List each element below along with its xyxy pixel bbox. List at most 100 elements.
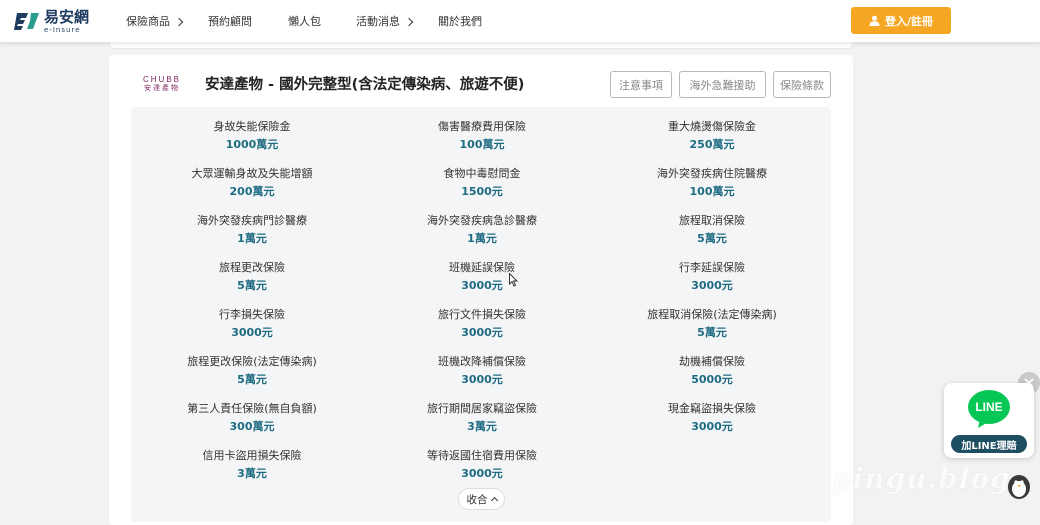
coverage-name: 現金竊盜損失保險 xyxy=(668,402,756,415)
coverage-name: 行李延誤保險 xyxy=(679,261,745,274)
coverage-amount: 3000元 xyxy=(461,373,503,386)
coverage-item: 旅行文件損失保險 3000元 xyxy=(382,308,582,340)
coverage-amount: 200萬元 xyxy=(229,185,275,198)
coverage-item: 劫機補償保險 5000元 xyxy=(612,355,812,387)
coverage-item: 班機改降補償保險 3000元 xyxy=(382,355,582,387)
penguin-mascot-icon xyxy=(1008,475,1030,499)
nav-guides[interactable]: 懶人包 xyxy=(288,13,321,29)
logo-chinese-name: 易安網 xyxy=(44,7,90,26)
line-widget[interactable]: LINE 加LINE理賠 xyxy=(944,383,1034,458)
coverage-name: 行李損失保險 xyxy=(219,308,285,321)
coverage-amount: 3萬元 xyxy=(467,420,497,433)
coverage-item: 重大燒燙傷保險金 250萬元 xyxy=(612,120,812,152)
coverage-name: 旅程更改保險 xyxy=(219,261,285,274)
coverage-amount: 5萬元 xyxy=(237,373,267,386)
coverage-item: 海外突發疾病住院醫療 100萬元 xyxy=(612,167,812,199)
coverage-amount: 3000元 xyxy=(461,279,503,292)
line-logo-icon: LINE xyxy=(968,390,1010,428)
coverage-name: 旅程取消保險(法定傳染病) xyxy=(647,308,777,321)
coverage-amount: 250萬元 xyxy=(689,138,735,151)
coverage-item: 海外突發疾病門診醫療 1萬元 xyxy=(152,214,352,246)
chevron-up-icon xyxy=(490,496,498,505)
coverage-amount: 5萬元 xyxy=(237,279,267,292)
mouse-cursor-icon xyxy=(509,273,519,287)
coverage-amount: 3萬元 xyxy=(237,467,267,480)
coverage-item: 等待返國住宿費用保險 3000元 xyxy=(382,449,582,481)
coverage-name: 海外突發疾病住院醫療 xyxy=(657,167,767,180)
coverage-amount: 1萬元 xyxy=(467,232,497,245)
coverage-amount: 100萬元 xyxy=(689,185,735,198)
nav-products-label: 保險商品 xyxy=(126,15,170,28)
emergency-assistance-button[interactable]: 海外急難援助 xyxy=(679,71,766,98)
coverage-item: 身故失能保險金 1000萬元 xyxy=(152,120,352,152)
coverage-amount: 3000元 xyxy=(691,420,733,433)
coverage-item: 第三人責任保險(無自負額) 300萬元 xyxy=(152,402,352,434)
coverage-amount: 1500元 xyxy=(461,185,503,198)
coverage-amount: 5萬元 xyxy=(697,232,727,245)
collapse-button[interactable]: 收合 xyxy=(458,488,505,510)
site-logo[interactable]: 易安網 e-Insure xyxy=(14,7,89,35)
coverage-item: 旅程更改保險 5萬元 xyxy=(152,261,352,293)
coverage-item: 旅程更改保險(法定傳染病) 5萬元 xyxy=(152,355,352,387)
nav-about-label: 關於我們 xyxy=(438,15,482,28)
e-insure-logo-icon xyxy=(14,13,39,30)
coverage-name: 班機延誤保險 xyxy=(449,261,515,274)
coverage-amount: 5000元 xyxy=(691,373,733,386)
coverage-name: 第三人責任保險(無自負額) xyxy=(187,402,317,415)
coverage-amount: 300萬元 xyxy=(229,420,275,433)
insurer-logo-en: CHUBB xyxy=(142,75,181,84)
insurer-logo-cn: 安達產物 xyxy=(144,84,180,92)
policy-terms-button[interactable]: 保險條款 xyxy=(773,71,831,98)
coverage-item: 旅程取消保險(法定傳染病) 5萬元 xyxy=(612,308,812,340)
login-register-label: 登入/註冊 xyxy=(884,14,934,28)
coverage-item: 傷害醫療費用保險 100萬元 xyxy=(382,120,582,152)
add-line-claim-button[interactable]: 加LINE理賠 xyxy=(951,435,1027,453)
nav-guides-label: 懶人包 xyxy=(288,15,321,28)
coverage-amount: 3000元 xyxy=(691,279,733,292)
login-register-button[interactable]: 登入/註冊 xyxy=(851,7,951,34)
watermark-text: pingu.blog xyxy=(832,462,1011,495)
coverage-name: 信用卡盜用損失保險 xyxy=(202,449,302,462)
coverage-item: 行李延誤保險 3000元 xyxy=(612,261,812,293)
coverage-name: 旅行文件損失保險 xyxy=(438,308,526,321)
coverage-name: 旅行期間居家竊盜保險 xyxy=(427,402,537,415)
chevron-right-icon xyxy=(404,17,414,26)
coverage-name: 重大燒燙傷保險金 xyxy=(668,120,756,133)
user-icon xyxy=(869,15,880,26)
nav-events[interactable]: 活動消息 xyxy=(356,13,414,29)
coverage-name: 食物中毒慰問金 xyxy=(443,167,521,180)
previous-card-bottom xyxy=(110,42,852,48)
coverage-name: 大眾運輸身故及失能增額 xyxy=(191,167,313,180)
coverage-item: 大眾運輸身故及失能增額 200萬元 xyxy=(152,167,352,199)
coverage-name: 劫機補償保險 xyxy=(679,355,745,368)
main-nav: 保險商品 預約顧問 懶人包 活動消息 關於我們 xyxy=(126,0,482,42)
coverage-name: 海外突發疾病急診醫療 xyxy=(427,214,537,227)
coverage-amount: 1萬元 xyxy=(237,232,267,245)
coverage-item: 旅程取消保險 5萬元 xyxy=(612,214,812,246)
chevron-right-icon xyxy=(174,17,184,26)
coverage-item: 海外突發疾病急診醫療 1萬元 xyxy=(382,214,582,246)
coverage-amount: 100萬元 xyxy=(459,138,505,151)
nav-about[interactable]: 關於我們 xyxy=(438,13,482,29)
coverage-name: 班機改降補償保險 xyxy=(438,355,526,368)
coverage-amount: 5萬元 xyxy=(697,326,727,339)
plan-title: 安達產物 - 國外完整型(含法定傳染病、旅遊不便) xyxy=(205,77,525,93)
plan-card: CHUBB 安達產物 安達產物 - 國外完整型(含法定傳染病、旅遊不便) 注意事… xyxy=(109,55,853,525)
coverage-item: 信用卡盜用損失保險 3萬元 xyxy=(152,449,352,481)
coverage-amount: 3000元 xyxy=(231,326,273,339)
notes-button[interactable]: 注意事項 xyxy=(610,71,672,98)
coverage-panel: 身故失能保險金 1000萬元 傷害醫療費用保險 100萬元 重大燒燙傷保險金 250萬元大… xyxy=(131,107,831,522)
coverage-amount: 1000萬元 xyxy=(225,138,279,151)
coverage-name: 身故失能保險金 xyxy=(213,120,291,133)
logo-english-name: e-Insure xyxy=(44,25,81,34)
coverage-name: 海外突發疾病門診醫療 xyxy=(197,214,307,227)
coverage-item: 現金竊盜損失保險 3000元 xyxy=(612,402,812,434)
top-navbar: 易安網 e-Insure 保險商品 預約顧問 懶人包 活動消息 關於我們 登入/… xyxy=(0,0,1040,42)
coverage-amount: 3000元 xyxy=(461,467,503,480)
nav-consultant[interactable]: 預約顧問 xyxy=(208,13,252,29)
coverage-item: 食物中毒慰問金 1500元 xyxy=(382,167,582,199)
coverage-name: 旅程更改保險(法定傳染病) xyxy=(187,355,317,368)
coverage-item: 班機延誤保險 3000元 xyxy=(382,261,582,293)
nav-products[interactable]: 保險商品 xyxy=(126,13,184,29)
coverage-name: 傷害醫療費用保險 xyxy=(438,120,526,133)
